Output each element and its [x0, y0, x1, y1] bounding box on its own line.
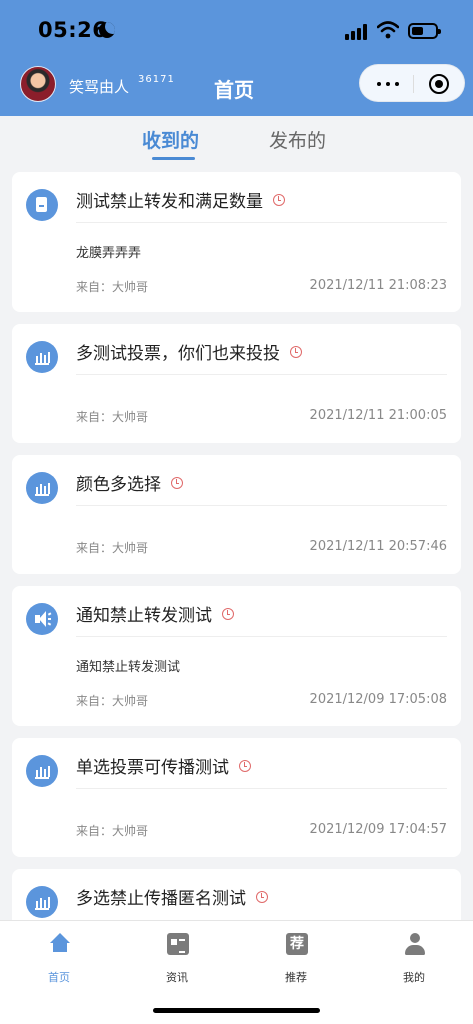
bar-chart-icon: [26, 886, 58, 918]
notice-time: 2021/12/09 17:04:57: [309, 822, 447, 837]
divider: [76, 505, 447, 506]
more-icon[interactable]: [377, 82, 399, 86]
close-target-icon[interactable]: [429, 74, 449, 94]
moon-icon: [99, 22, 115, 38]
status-bar: 05:26: [0, 0, 473, 56]
notice-title: 多选禁止传播匿名测试: [76, 884, 268, 909]
divider: [76, 222, 447, 223]
app-header: 05:26 笑骂由人 36171 首页: [0, 0, 473, 116]
bar-chart-icon: [26, 755, 58, 787]
divider: [76, 374, 447, 375]
tabbar-label: 首页: [48, 971, 70, 984]
bar-chart-icon: [26, 472, 58, 504]
notice-list: 测试禁止转发和满足数量 龙膜弄弄弄 来自：大帅哥 2021/12/11 21:0…: [12, 172, 461, 920]
notice-body: 通知禁止转发测试: [76, 660, 181, 675]
home-icon: [49, 933, 71, 955]
tabbar-label: 推荐: [285, 971, 307, 984]
segment-tabs: 收到的 发布的: [0, 116, 473, 170]
divider: [76, 788, 447, 789]
megaphone-icon: [26, 603, 58, 635]
home-indicator: [153, 1008, 320, 1013]
avatar[interactable]: [20, 66, 56, 102]
battery-icon: [408, 23, 441, 39]
clock-icon: [290, 346, 302, 358]
notice-sender: 来自：大帅哥: [76, 410, 149, 424]
notice-time: 2021/12/11 20:57:46: [309, 539, 447, 554]
clock-icon: [171, 477, 183, 489]
notice-title: 单选投票可传播测试: [76, 753, 251, 778]
wifi-icon: [377, 21, 399, 39]
user-id-superscript: 36171: [138, 74, 175, 85]
notice-sender: 来自：大帅哥: [76, 694, 149, 708]
notice-sender: 来自：大帅哥: [76, 541, 149, 555]
tabbar-label: 我的: [403, 971, 425, 984]
notice-title: 颜色多选择: [76, 470, 183, 495]
tabbar-label: 资讯: [166, 971, 188, 984]
notice-card[interactable]: 颜色多选择 来自：大帅哥 2021/12/11 20:57:46: [12, 455, 461, 574]
notice-sender: 来自：大帅哥: [76, 824, 149, 838]
notice-card[interactable]: 通知禁止转发测试 通知禁止转发测试 来自：大帅哥 2021/12/09 17:0…: [12, 586, 461, 726]
tabbar-item-me[interactable]: 我的: [384, 931, 444, 984]
clock-icon: [256, 891, 268, 903]
notice-title: 多测试投票，你们也来投投: [76, 339, 302, 364]
notice-time: 2021/12/11 21:00:05: [309, 408, 447, 423]
notice-title: 通知禁止转发测试: [76, 601, 234, 626]
notice-sender: 来自：大帅哥: [76, 280, 149, 294]
person-icon: [404, 933, 426, 955]
capsule-divider: [413, 75, 414, 93]
tabbar-item-home[interactable]: 首页: [29, 931, 89, 984]
divider: [76, 636, 447, 637]
clock-icon: [273, 194, 285, 206]
notice-card[interactable]: 多选禁止传播匿名测试: [12, 869, 461, 920]
active-tab-indicator: [152, 157, 195, 160]
miniprogram-capsule: [359, 64, 465, 102]
news-icon: [167, 933, 189, 955]
page-title: 首页: [214, 78, 254, 102]
notice-body: 龙膜弄弄弄: [76, 246, 142, 261]
bar-chart-icon: [26, 341, 58, 373]
notice-card[interactable]: 测试禁止转发和满足数量 龙膜弄弄弄 来自：大帅哥 2021/12/11 21:0…: [12, 172, 461, 312]
tab-received[interactable]: 收到的: [142, 126, 199, 153]
clock-icon: [239, 760, 251, 772]
username: 笑骂由人: [69, 78, 130, 96]
notice-title: 测试禁止转发和满足数量: [76, 187, 285, 212]
tabbar-item-recommend[interactable]: 荐 推荐: [266, 931, 326, 984]
notice-time: 2021/12/09 17:05:08: [309, 692, 447, 707]
recommend-icon: 荐: [286, 933, 308, 955]
notice-card[interactable]: 单选投票可传播测试 来自：大帅哥 2021/12/09 17:04:57: [12, 738, 461, 857]
notice-time: 2021/12/11 21:08:23: [309, 278, 447, 293]
document-icon: [26, 189, 58, 221]
bottom-tabbar: 首页 资讯 荐 推荐 我的: [0, 920, 473, 1024]
notice-card[interactable]: 多测试投票，你们也来投投 来自：大帅哥 2021/12/11 21:00:05: [12, 324, 461, 443]
tab-published[interactable]: 发布的: [269, 126, 326, 153]
signal-icon: [345, 24, 371, 40]
tabbar-item-news[interactable]: 资讯: [147, 931, 207, 984]
status-time: 05:26: [38, 18, 108, 42]
clock-icon: [222, 608, 234, 620]
